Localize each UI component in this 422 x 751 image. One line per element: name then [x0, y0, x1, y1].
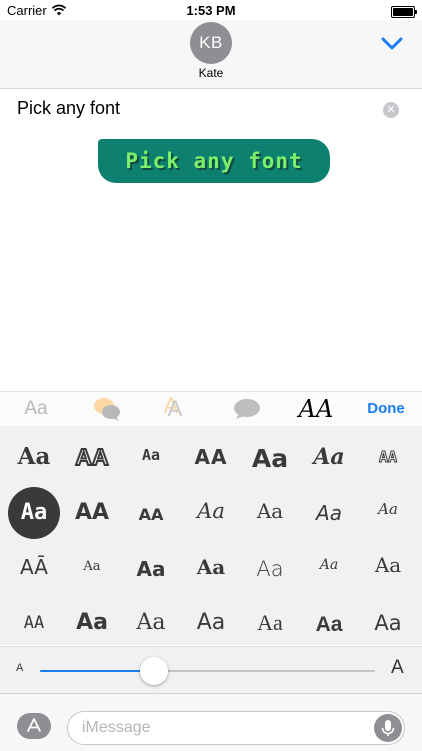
- font-option[interactable]: Aa: [240, 596, 300, 650]
- microphone-button[interactable]: [374, 714, 402, 742]
- app-store-icon: [27, 718, 41, 732]
- text-effect-tab[interactable]: AA: [158, 392, 192, 426]
- style-toolbar: Aa AA AA Done: [0, 391, 422, 427]
- font-option[interactable]: Aa: [240, 542, 300, 596]
- clear-icon[interactable]: ✕: [383, 102, 399, 118]
- sticker-text-input[interactable]: Pick any font: [17, 98, 120, 119]
- done-button[interactable]: Done: [360, 392, 412, 426]
- font-option[interactable]: Aa: [358, 596, 418, 650]
- font-option[interactable]: AA: [121, 488, 181, 542]
- speech-bubble-icon: [94, 398, 120, 421]
- slider-thumb[interactable]: [139, 657, 168, 685]
- font-option-selected[interactable]: Aa: [8, 487, 60, 539]
- font-option[interactable]: Aa: [358, 538, 418, 592]
- slider-track-fill: [40, 670, 154, 672]
- font-option[interactable]: Aa: [181, 596, 241, 650]
- font-option[interactable]: Aa: [121, 596, 181, 650]
- clock: 1:53 PM: [186, 3, 236, 18]
- contact-avatar[interactable]: KB: [190, 22, 232, 64]
- sticker-preview-text: Pick any font: [125, 149, 303, 173]
- font-option[interactable]: Aa: [62, 540, 122, 594]
- font-style-tab[interactable]: AA: [296, 392, 336, 426]
- font-option[interactable]: Aa: [240, 432, 300, 486]
- microphone-icon: [381, 720, 395, 736]
- font-option[interactable]: AA: [181, 430, 241, 484]
- chevron-down-icon[interactable]: [380, 36, 404, 52]
- chat-bubble-icon: [234, 399, 260, 419]
- contact-name[interactable]: Kate: [0, 66, 422, 80]
- font-option[interactable]: AA: [358, 430, 418, 484]
- font-option[interactable]: Aa: [358, 482, 418, 536]
- font-option[interactable]: Aa: [299, 430, 359, 484]
- font-option[interactable]: Aa: [181, 540, 241, 594]
- bubble-style-tab[interactable]: [90, 392, 124, 426]
- font-option[interactable]: Aa: [299, 598, 359, 652]
- message-input-bar: iMessage: [0, 693, 422, 751]
- font-option[interactable]: Aa: [299, 486, 359, 540]
- font-option[interactable]: AA: [62, 486, 122, 540]
- font-option[interactable]: Aa: [299, 538, 359, 592]
- font-size-slider-row: A A: [0, 646, 422, 693]
- sticker-preview[interactable]: Pick any font: [98, 139, 330, 183]
- conversation-header: KB Kate: [0, 20, 422, 89]
- font-option[interactable]: AĀ: [4, 540, 64, 594]
- font-option[interactable]: Aa: [121, 542, 181, 596]
- font-grid: Aa AA Aa AA Aa Aa AA Aa AA AA Aa Aa Aa A…: [0, 426, 422, 645]
- size-min-label: A: [16, 662, 24, 674]
- font-option[interactable]: AA: [62, 430, 122, 484]
- app-store-button[interactable]: [17, 713, 51, 739]
- imessage-placeholder: iMessage: [82, 719, 151, 736]
- font-option[interactable]: Aa: [62, 596, 122, 650]
- font-option[interactable]: Aa: [181, 484, 241, 538]
- imessage-input[interactable]: iMessage: [67, 711, 405, 745]
- font-color-tab[interactable]: Aa: [14, 392, 58, 426]
- battery-icon: [391, 6, 417, 18]
- size-max-label: A: [391, 657, 404, 678]
- font-option[interactable]: Aa: [240, 484, 300, 538]
- font-option[interactable]: AA: [4, 596, 64, 650]
- bubble-shape-tab[interactable]: [231, 392, 263, 426]
- font-option[interactable]: Aa: [121, 428, 181, 482]
- font-option[interactable]: Aa: [4, 430, 64, 484]
- layered-a-icon: AA: [163, 393, 183, 421]
- status-bar: Carrier 1:53 PM: [0, 0, 422, 22]
